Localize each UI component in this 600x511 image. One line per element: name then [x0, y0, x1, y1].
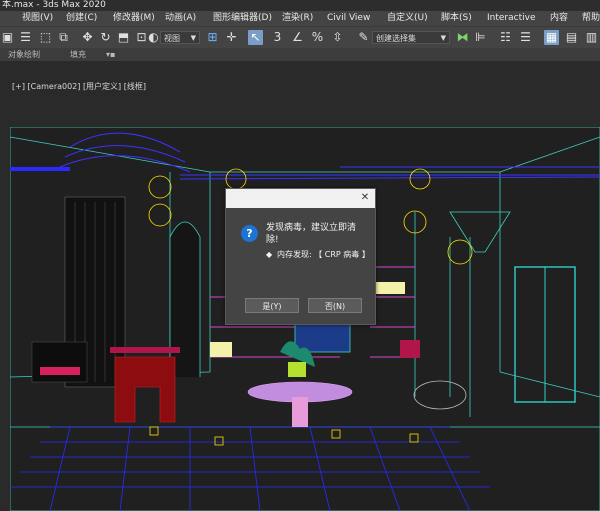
spinner-snap-icon[interactable]: ⇳	[330, 30, 345, 45]
mirror-icon[interactable]: ⧓	[455, 30, 470, 45]
schematic-view-icon[interactable]: ▥	[584, 30, 599, 45]
view-dropdown[interactable]: 视图 ▼	[160, 31, 200, 44]
ribbon-tab-object-paint[interactable]: 对象绘制	[8, 48, 40, 61]
menu-help[interactable]: 帮助	[582, 11, 600, 26]
align-icon[interactable]: ⊫	[473, 30, 488, 45]
virus-alert-dialog: ✕ ? 发现病毒，建议立即清除! ◆ 内存发现: 【 CRP 病毒 】 是(Y)…	[225, 188, 376, 325]
close-icon[interactable]: ✕	[358, 191, 372, 205]
snap-3d-icon[interactable]: 3	[270, 30, 285, 45]
no-button[interactable]: 否(N)	[308, 298, 362, 313]
menu-scripting[interactable]: 脚本(S)	[441, 11, 472, 26]
menu-content[interactable]: 内容	[550, 11, 568, 26]
select-icon[interactable]: ▣	[0, 30, 15, 45]
angle-snap-icon[interactable]: ∠	[290, 30, 305, 45]
selection-set-dropdown[interactable]: 创建选择集 ▼	[372, 31, 450, 44]
ribbon-options-icon[interactable]: ▾▪	[106, 48, 115, 61]
select-manipulate-icon[interactable]: ✛	[224, 30, 239, 45]
yes-button[interactable]: 是(Y)	[245, 298, 299, 313]
question-icon: ?	[241, 225, 258, 242]
rect-select-icon[interactable]: ⬚	[38, 30, 53, 45]
percent-snap-icon[interactable]: %	[310, 30, 325, 45]
menu-interactive[interactable]: Interactive	[487, 11, 535, 26]
ribbon-bar: 对象绘制 填充 ▾▪	[0, 48, 600, 62]
menu-create[interactable]: 创建(C)	[66, 11, 97, 26]
layer-explorer-icon[interactable]: ☷	[498, 30, 513, 45]
curve-editor-icon[interactable]: ▤	[564, 30, 579, 45]
menu-animation[interactable]: 动画(A)	[165, 11, 196, 26]
menu-modifiers[interactable]: 修改器(M)	[113, 11, 155, 26]
dialog-message: 发现病毒，建议立即清除!	[266, 223, 357, 245]
dialog-titlebar[interactable]: ✕	[226, 189, 375, 208]
main-toolbar: ▣ ☰ ⬚ ⧉ ✥ ↻ ⬒ ⊡ ◐ 视图 ▼ ⊞ ✛ ↖ 3 ∠ % ⇳ ✎ 创建…	[0, 26, 600, 49]
window-title: 本.max - 3ds Max 2020	[0, 0, 600, 11]
pivot-icon[interactable]: ⊞	[205, 30, 220, 45]
ribbon-tab-populate[interactable]: 填充	[70, 48, 86, 61]
rotate-icon[interactable]: ↻	[98, 30, 113, 45]
scale-icon[interactable]: ⬒	[116, 30, 131, 45]
scene-explorer-icon[interactable]: ☰	[518, 30, 533, 45]
reference-coord-icon[interactable]: ◐	[146, 30, 161, 45]
menu-graph-editors[interactable]: 图形编辑器(D)	[213, 11, 272, 26]
menu-customize[interactable]: 自定义(U)	[387, 11, 428, 26]
bullet-icon: ◆	[266, 250, 273, 259]
menu-civil-view[interactable]: Civil View	[327, 11, 370, 26]
viewport-label[interactable]: [+] [Camera002] [用户定义] [线框]	[12, 81, 146, 92]
select-by-name-icon[interactable]: ☰	[18, 30, 33, 45]
menu-bar: 视图(V) 创建(C) 修改器(M) 动画(A) 图形编辑器(D) 渲染(R) …	[0, 11, 600, 26]
window-crossing-icon[interactable]: ⧉	[56, 30, 71, 45]
menu-view[interactable]: 视图(V)	[22, 11, 53, 26]
edit-named-selection-icon[interactable]: ✎	[356, 30, 371, 45]
keyboard-shortcut-icon[interactable]: ↖	[248, 30, 263, 45]
chevron-down-icon: ▼	[190, 34, 196, 42]
dialog-body: ? 发现病毒，建议立即清除! ◆ 内存发现: 【 CRP 病毒 】 是(Y) 否…	[226, 208, 375, 324]
move-icon[interactable]: ✥	[80, 30, 95, 45]
menu-rendering[interactable]: 渲染(R)	[282, 11, 313, 26]
ribbon-toggle-icon[interactable]: ▦	[544, 30, 559, 45]
dialog-detail: 内存发现: 【 CRP 病毒 】	[277, 250, 370, 259]
chevron-down-icon: ▼	[440, 34, 446, 42]
